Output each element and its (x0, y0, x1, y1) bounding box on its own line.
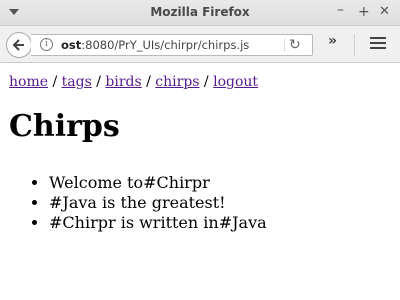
minimize-button[interactable]: – (337, 1, 344, 19)
link-separator: / (91, 74, 106, 90)
url-host: ost (61, 38, 82, 52)
reload-icon[interactable]: ↻ (289, 37, 301, 53)
back-button[interactable] (6, 32, 32, 58)
chirp-list: Welcome to#Chirpr #Java is the greatest!… (9, 173, 267, 233)
url-path: :8080/PrY_UIs/chirpr/chirps.js (81, 38, 250, 52)
navigation-toolbar: i ost:8080/PrY_UIs/chirpr/chirps.js ↻ » (0, 26, 400, 63)
list-item: #Java is the greatest! (49, 193, 267, 213)
close-button[interactable]: ✕ (379, 3, 390, 21)
birds-link[interactable]: birds (105, 74, 141, 90)
maximize-button[interactable]: + (358, 3, 370, 21)
hamburger-menu-icon[interactable] (370, 37, 386, 52)
link-separator: / (48, 74, 62, 90)
page-title: Chirps (9, 109, 120, 144)
link-separator: / (141, 74, 156, 90)
back-arrow-icon (12, 39, 24, 51)
info-icon[interactable]: i (40, 38, 53, 51)
list-item: #Chirpr is written in#Java (49, 213, 267, 233)
tags-link[interactable]: tags (62, 74, 92, 90)
logout-link[interactable]: logout (213, 74, 258, 90)
chirps-link[interactable]: chirps (155, 74, 199, 90)
link-separator: / (199, 74, 214, 90)
url-bar[interactable]: i ost:8080/PrY_UIs/chirpr/chirps.js ↻ (31, 34, 313, 56)
toolbar-divider (354, 34, 355, 56)
url-divider (284, 38, 285, 52)
nav-links: home / tags / birds / chirps / logout (9, 74, 258, 90)
page-content: home / tags / birds / chirps / logout Ch… (0, 63, 400, 300)
home-link[interactable]: home (9, 74, 48, 90)
title-bar: Mozilla Firefox – + ✕ (0, 0, 400, 26)
overflow-menu-icon[interactable]: » (328, 33, 337, 49)
list-item: Welcome to#Chirpr (49, 173, 267, 193)
url-text[interactable]: ost:8080/PrY_UIs/chirpr/chirps.js (61, 38, 283, 52)
